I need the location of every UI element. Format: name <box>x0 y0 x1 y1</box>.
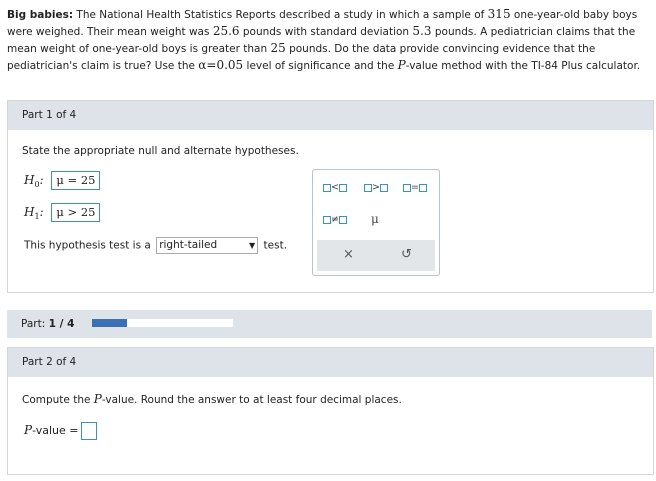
claim-value: 25 <box>270 41 286 55</box>
test-type-value: right-tailed <box>159 239 218 251</box>
pvalue-row: P-value = <box>24 422 97 440</box>
equals-button[interactable]: = <box>403 182 427 193</box>
part2-panel: Part 2 of 4 Compute the P-value. Round t… <box>7 347 654 475</box>
less-than-button[interactable]: < <box>323 182 347 193</box>
alt-hypothesis: H1: μ > 25 <box>24 203 101 222</box>
part1-instruction: State the appropriate null and alternate… <box>22 145 299 157</box>
not-equal-button[interactable]: ≠ <box>323 214 347 225</box>
h1-subscript: 1 <box>34 212 40 221</box>
placeholder-box-icon <box>418 183 427 192</box>
greater-than-symbol: > <box>372 182 380 193</box>
placeholder-box-icon <box>323 215 331 224</box>
instr-text: -value. Round the answer to at least fou… <box>101 394 402 406</box>
h0-subscript: 0 <box>34 180 40 189</box>
progress-section: Part: 1 / 4 <box>7 310 652 338</box>
part2-header: Part 2 of 4 <box>8 348 653 377</box>
greater-than-button[interactable]: > <box>364 182 388 193</box>
progress-fill <box>92 319 128 327</box>
instr-text: Compute the <box>22 394 94 406</box>
h0-label: H <box>24 173 35 187</box>
placeholder-box-icon <box>403 183 411 192</box>
problem-statement: Big babies: The National Health Statisti… <box>7 6 647 74</box>
std-dev: 5.3 <box>412 24 432 38</box>
pvalue-input[interactable] <box>80 422 97 440</box>
intro-text: -value method with the TI-84 Plus calcul… <box>405 60 641 72</box>
progress-text: Part: <box>21 318 46 330</box>
test-prefix: This hypothesis test is a <box>24 239 151 252</box>
h1-label: H <box>24 205 35 219</box>
intro-text: level of significance and the <box>243 60 398 72</box>
not-equal-symbol: ≠ <box>331 214 339 225</box>
sample-size: 315 <box>487 7 511 21</box>
h1-input[interactable]: μ > 25 <box>51 203 101 222</box>
progress-bar <box>92 319 233 327</box>
test-type-line: This hypothesis test is a right-tailed ▼ … <box>24 237 287 254</box>
mu-button[interactable]: μ <box>371 212 379 226</box>
part1-header: Part 1 of 4 <box>8 101 653 130</box>
equals-symbol: = <box>411 182 419 193</box>
placeholder-box-icon <box>338 215 347 224</box>
clear-icon[interactable]: × <box>343 247 354 262</box>
less-than-symbol: < <box>331 182 339 193</box>
intro-text: The National Health Statistics Reports d… <box>73 9 488 21</box>
progress-label: Part: 1 / 4 <box>21 318 74 330</box>
symbol-palette: < > = ≠ μ × ↺ <box>312 169 440 276</box>
test-type-select[interactable]: right-tailed ▼ <box>156 237 259 254</box>
placeholder-box-icon <box>364 183 372 192</box>
progress-value: 1 / 4 <box>48 318 75 330</box>
p-symbol: P <box>397 58 406 72</box>
intro-text: pounds with standard deviation <box>239 26 413 38</box>
dropdown-arrow-icon: ▼ <box>249 241 256 250</box>
problem-title: Big babies: <box>7 9 74 21</box>
pvalue-p: P <box>24 423 33 437</box>
part1-panel: Part 1 of 4 State the appropriate null a… <box>7 100 654 293</box>
h0-input[interactable]: μ = 25 <box>51 171 101 190</box>
placeholder-box-icon <box>323 183 331 192</box>
test-suffix: test. <box>263 239 288 252</box>
alpha-value: α=0.05 <box>198 58 244 72</box>
pvalue-label: -value = <box>32 424 79 437</box>
null-hypothesis: H0: μ = 25 <box>24 171 101 190</box>
palette-actions: × ↺ <box>317 240 435 271</box>
placeholder-box-icon <box>379 183 388 192</box>
part2-instruction: Compute the P-value. Round the answer to… <box>22 392 402 406</box>
undo-icon[interactable]: ↺ <box>401 247 412 262</box>
placeholder-box-icon <box>338 183 347 192</box>
sample-mean: 25.6 <box>212 24 240 38</box>
p-symbol: P <box>93 392 102 406</box>
